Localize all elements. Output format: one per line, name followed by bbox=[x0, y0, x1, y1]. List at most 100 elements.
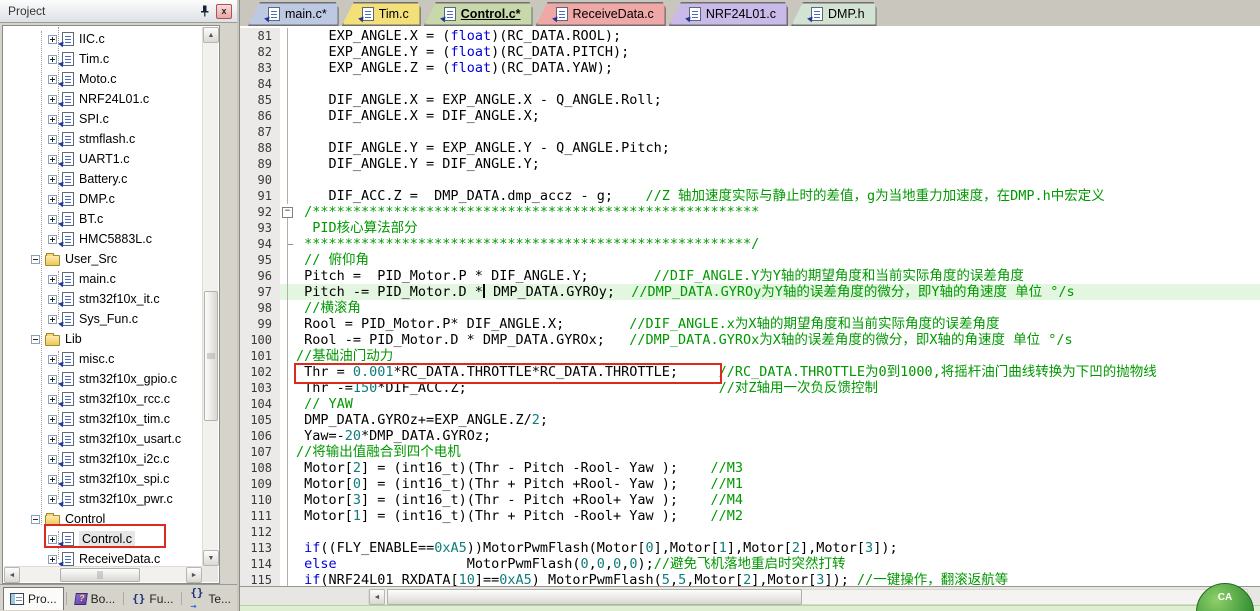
tree-file-stm32f10xtimc[interactable]: stm32f10x_tim.c bbox=[4, 409, 202, 429]
expand-box-icon[interactable] bbox=[48, 35, 57, 44]
code-line[interactable]: 111 Motor[1] = (int16_t)(Thr + Pitch -Ro… bbox=[240, 508, 1260, 524]
expand-box-icon[interactable] bbox=[48, 195, 57, 204]
expand-box-icon[interactable] bbox=[48, 135, 57, 144]
tree-file-uart1c[interactable]: UART1.c bbox=[4, 149, 202, 169]
collapse-box-icon[interactable] bbox=[31, 335, 40, 344]
code-line[interactable]: 95 // 俯仰角 bbox=[240, 252, 1260, 268]
tree-horizontal-scrollbar[interactable]: ◄ ► bbox=[4, 566, 202, 582]
tree-file-stm32f10xitc[interactable]: stm32f10x_it.c bbox=[4, 289, 202, 309]
expand-box-icon[interactable] bbox=[48, 215, 57, 224]
code-line[interactable]: 87 bbox=[240, 124, 1260, 140]
tree-file-stm32f10xpwrc[interactable]: stm32f10x_pwr.c bbox=[4, 489, 202, 509]
code-line[interactable]: 98 //横滚角 bbox=[240, 300, 1260, 316]
expand-box-icon[interactable] bbox=[48, 275, 57, 284]
code-line[interactable]: 83 EXP_ANGLE.Z = (float)(RC_DATA.YAW); bbox=[240, 60, 1260, 76]
fold-toggle-icon[interactable] bbox=[280, 204, 296, 220]
editor-hscroll-thumb[interactable] bbox=[387, 589, 802, 605]
panel-tab-fu[interactable]: {}Fu... bbox=[126, 587, 179, 610]
code-line[interactable]: 109 Motor[0] = (int16_t)(Thr + Pitch +Ro… bbox=[240, 476, 1260, 492]
tree-file-motoc[interactable]: Moto.c bbox=[4, 69, 202, 89]
code-line[interactable]: 105 DMP_DATA.GYROz+=EXP_ANGLE.Z/2; bbox=[240, 412, 1260, 428]
tree-file-miscc[interactable]: misc.c bbox=[4, 349, 202, 369]
tree-file-btc[interactable]: BT.c bbox=[4, 209, 202, 229]
editor-tab-nrf24l01c[interactable]: NRF24L01.c bbox=[669, 2, 788, 26]
code-line[interactable]: 89 DIF_ANGLE.Y = DIF_ANGLE.Y; bbox=[240, 156, 1260, 172]
code-line[interactable]: 90 bbox=[240, 172, 1260, 188]
code-line[interactable]: 113 if((FLY_ENABLE==0xA5))MotorPwmFlash(… bbox=[240, 540, 1260, 556]
panel-tab-bo[interactable]: Bo... bbox=[69, 587, 122, 610]
expand-box-icon[interactable] bbox=[48, 75, 57, 84]
tree-file-batteryc[interactable]: Battery.c bbox=[4, 169, 202, 189]
tree-file-mainc[interactable]: main.c bbox=[4, 269, 202, 289]
scroll-down-arrow[interactable]: ▼ bbox=[203, 550, 219, 566]
tree-file-nrf24l01c[interactable]: NRF24L01.c bbox=[4, 89, 202, 109]
horizontal-scroll-thumb[interactable] bbox=[60, 568, 140, 582]
expand-box-icon[interactable] bbox=[48, 115, 57, 124]
expand-box-icon[interactable] bbox=[48, 475, 57, 484]
tree-file-stmflashc[interactable]: stmflash.c bbox=[4, 129, 202, 149]
expand-box-icon[interactable] bbox=[48, 395, 57, 404]
code-line[interactable]: 108 Motor[2] = (int16_t)(Thr - Pitch -Ro… bbox=[240, 460, 1260, 476]
code-line[interactable]: 110 Motor[3] = (int16_t)(Thr - Pitch +Ro… bbox=[240, 492, 1260, 508]
expand-box-icon[interactable] bbox=[48, 415, 57, 424]
scroll-right-arrow[interactable]: ► bbox=[186, 567, 202, 583]
code-line[interactable]: 81 EXP_ANGLE.X = (float)(RC_DATA.ROOL); bbox=[240, 28, 1260, 44]
expand-box-icon[interactable] bbox=[48, 435, 57, 444]
vertical-scroll-thumb[interactable] bbox=[204, 291, 218, 421]
tree-file-stm32f10xgpioc[interactable]: stm32f10x_gpio.c bbox=[4, 369, 202, 389]
code-line[interactable]: 84 bbox=[240, 76, 1260, 92]
tree-file-stm32f10xusartc[interactable]: stm32f10x_usart.c bbox=[4, 429, 202, 449]
expand-box-icon[interactable] bbox=[48, 55, 57, 64]
panel-tab-te[interactable]: {}Te... bbox=[184, 587, 237, 610]
code-line[interactable]: 88 DIF_ANGLE.Y = EXP_ANGLE.Y - Q_ANGLE.P… bbox=[240, 140, 1260, 156]
tree-file-hmc5883lc[interactable]: HMC5883L.c bbox=[4, 229, 202, 249]
expand-box-icon[interactable] bbox=[48, 315, 57, 324]
editor-tab-dmph[interactable]: DMP.h bbox=[791, 2, 877, 26]
project-tree[interactable]: IIC.cTim.cMoto.cNRF24L01.cSPI.cstmflash.… bbox=[4, 27, 202, 566]
editor-tab-receivedatac[interactable]: ReceiveData.c bbox=[536, 2, 666, 26]
code-line[interactable]: 91 DIF_ACC.Z = DMP_DATA.dmp_accz - g; //… bbox=[240, 188, 1260, 204]
collapse-box-icon[interactable] bbox=[31, 515, 40, 524]
code-line[interactable]: 106 Yaw=-20*DMP_DATA.GYROz; bbox=[240, 428, 1260, 444]
code-line[interactable]: 97 Pitch -= PID_Motor.D * DMP_DATA.GYROy… bbox=[240, 284, 1260, 300]
tree-folder-usersrc[interactable]: User_Src bbox=[4, 249, 202, 269]
collapse-box-icon[interactable] bbox=[31, 255, 40, 264]
expand-box-icon[interactable] bbox=[48, 175, 57, 184]
expand-box-icon[interactable] bbox=[48, 235, 57, 244]
code-line[interactable]: 85 DIF_ANGLE.X = EXP_ANGLE.X - Q_ANGLE.R… bbox=[240, 92, 1260, 108]
tree-file-stm32f10xi2cc[interactable]: stm32f10x_i2c.c bbox=[4, 449, 202, 469]
tree-file-receivedatac[interactable]: ReceiveData.c bbox=[4, 549, 202, 566]
tree-folder-lib[interactable]: Lib bbox=[4, 329, 202, 349]
expand-box-icon[interactable] bbox=[48, 295, 57, 304]
code-line[interactable]: 101//基础油门动力 bbox=[240, 348, 1260, 364]
code-line[interactable]: 107//将输出值融合到四个电机 bbox=[240, 444, 1260, 460]
code-line[interactable]: 92 /************************************… bbox=[240, 204, 1260, 220]
code-line[interactable]: 100 Rool -= PID_Motor.D * DMP_DATA.GYROx… bbox=[240, 332, 1260, 348]
scroll-left-arrow[interactable]: ◄ bbox=[369, 589, 385, 605]
code-line[interactable]: 94 *************************************… bbox=[240, 236, 1260, 252]
editor-tab-controlc[interactable]: Control.c* bbox=[424, 2, 533, 26]
scroll-up-arrow[interactable]: ▲ bbox=[203, 27, 219, 43]
tree-vertical-scrollbar[interactable]: ▲ ▼ bbox=[202, 27, 218, 566]
code-line[interactable]: 82 EXP_ANGLE.Y = (float)(RC_DATA.PITCH); bbox=[240, 44, 1260, 60]
code-line[interactable]: 96 Pitch = PID_Motor.P * DIF_ANGLE.Y; //… bbox=[240, 268, 1260, 284]
pin-icon[interactable] bbox=[197, 4, 211, 18]
scroll-left-arrow[interactable]: ◄ bbox=[4, 567, 20, 583]
tree-file-sysfunc[interactable]: Sys_Fun.c bbox=[4, 309, 202, 329]
editor-tab-mainc[interactable]: main.c* bbox=[248, 2, 339, 26]
expand-box-icon[interactable] bbox=[48, 155, 57, 164]
expand-box-icon[interactable] bbox=[48, 95, 57, 104]
expand-box-icon[interactable] bbox=[48, 355, 57, 364]
tree-file-stm32f10xrccc[interactable]: stm32f10x_rcc.c bbox=[4, 389, 202, 409]
code-line[interactable]: 115 if(NRF24L01_RXDATA[10]==0xA5) MotorP… bbox=[240, 572, 1260, 586]
close-icon[interactable]: x bbox=[216, 4, 232, 19]
tree-file-timc[interactable]: Tim.c bbox=[4, 49, 202, 69]
code-line[interactable]: 86 DIF_ANGLE.X = DIF_ANGLE.X; bbox=[240, 108, 1260, 124]
code-line[interactable]: 112 bbox=[240, 524, 1260, 540]
tree-file-dmpc[interactable]: DMP.c bbox=[4, 189, 202, 209]
code-line[interactable]: 114 else MotorPwmFlash(0,0,0,0);//避免飞机落地… bbox=[240, 556, 1260, 572]
editor-tab-timc[interactable]: Tim.c bbox=[342, 2, 421, 26]
code-line[interactable]: 104 // YAW bbox=[240, 396, 1260, 412]
expand-box-icon[interactable] bbox=[48, 375, 57, 384]
tree-file-spic[interactable]: SPI.c bbox=[4, 109, 202, 129]
